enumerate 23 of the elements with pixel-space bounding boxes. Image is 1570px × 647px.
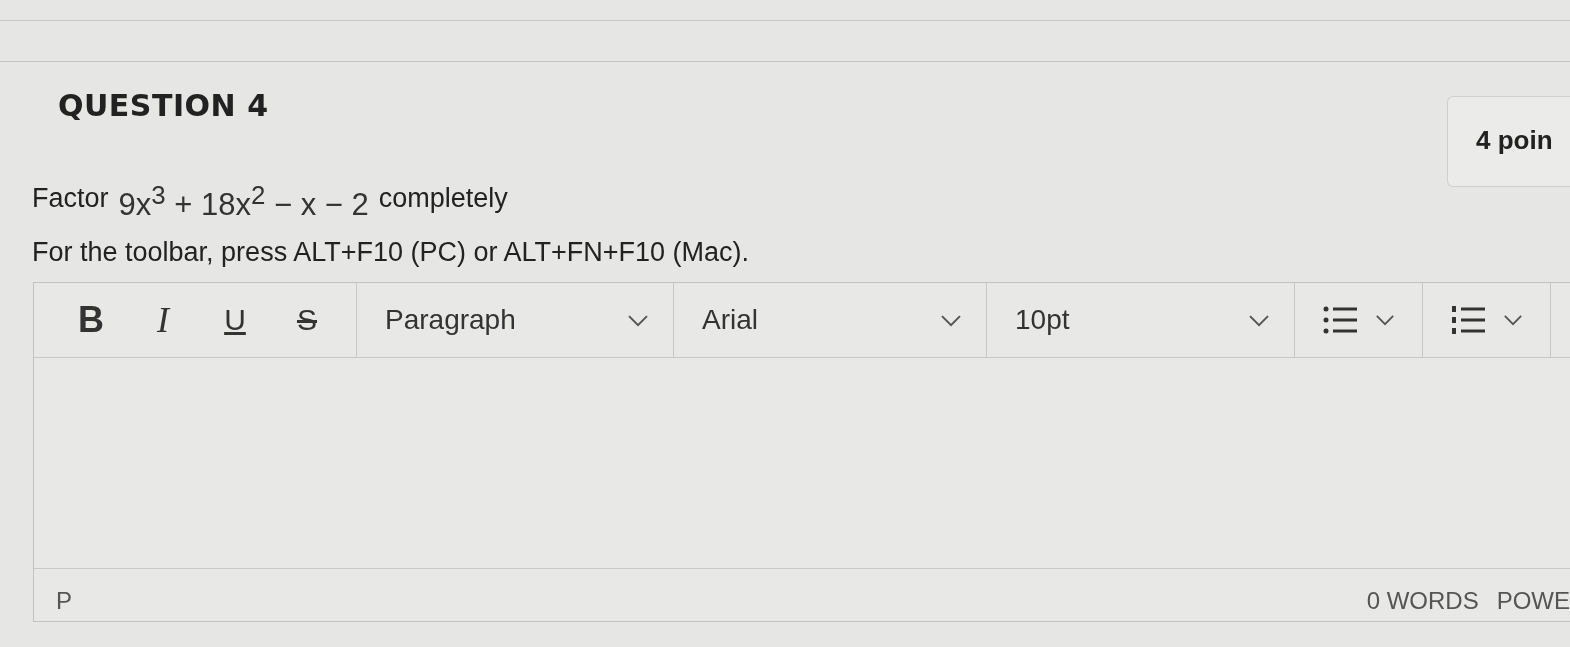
prompt-text: Factor bbox=[32, 183, 109, 215]
element-path: P bbox=[56, 587, 72, 616]
bold-button[interactable]: B bbox=[70, 299, 112, 342]
caret-icon bbox=[627, 313, 649, 327]
caret-icon bbox=[1248, 313, 1270, 327]
math-expression: 9x$^{3}$ + 18x$^{2}$ − x − 2 bbox=[118, 181, 369, 224]
prompt-text: completely bbox=[378, 183, 508, 215]
question-title: QUESTION 4 bbox=[58, 88, 269, 123]
numbered-list-icon bbox=[1450, 306, 1485, 335]
underline-button[interactable]: U bbox=[214, 303, 256, 338]
dropdown[interactable]: Arial bbox=[674, 283, 987, 358]
word-count: 0 WORDS bbox=[1366, 587, 1479, 616]
italic-button[interactable]: I bbox=[142, 299, 184, 342]
bullet-list-icon bbox=[1322, 306, 1357, 335]
strike-button[interactable]: S bbox=[286, 303, 328, 338]
toolbar-hint: For the toolbar, press ALT+F10 (PC) or ALT+FN+F10 (Mac). bbox=[31, 236, 751, 269]
dropdown[interactable]: 10pt bbox=[987, 283, 1295, 358]
caret-icon bbox=[940, 313, 962, 327]
brand-label: POWE bbox=[1496, 587, 1570, 616]
dropdown[interactable]: Paragraph bbox=[357, 283, 674, 358]
points-label: 4 poin bbox=[1447, 96, 1570, 187]
caret-icon bbox=[1374, 314, 1395, 327]
caret-icon bbox=[1502, 314, 1523, 327]
